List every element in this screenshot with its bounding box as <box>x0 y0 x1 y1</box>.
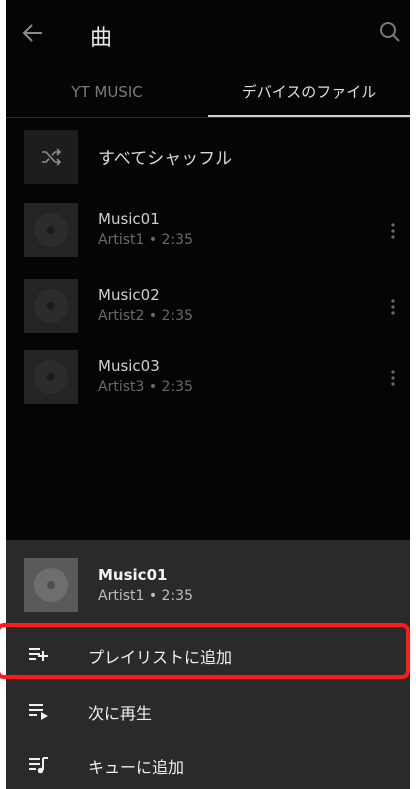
more-options-icon[interactable] <box>386 296 400 318</box>
song-subtitle: Artist3 • 2:35 <box>98 379 193 395</box>
song-row[interactable]: Music02 Artist2 • 2:35 <box>6 279 410 337</box>
album-art-icon <box>24 279 78 333</box>
shuffle-all-row[interactable]: すべてシャッフル <box>6 130 410 186</box>
add-to-queue-icon <box>28 755 50 775</box>
more-options-icon[interactable] <box>386 220 400 242</box>
album-art-icon <box>24 350 78 404</box>
shuffle-tile <box>24 130 78 184</box>
tab-divider <box>6 117 410 118</box>
album-art-icon <box>24 203 78 257</box>
song-subtitle: Artist2 • 2:35 <box>98 308 193 324</box>
tab-bar: YT MUSIC デバイスのファイル <box>6 70 410 118</box>
search-icon[interactable] <box>378 20 402 44</box>
sheet-song-header: Music01 Artist1 • 2:35 <box>6 558 410 618</box>
play-next-label: 次に再生 <box>88 704 153 723</box>
back-arrow-icon[interactable] <box>20 20 46 46</box>
add-to-queue-label: キューに追加 <box>88 758 185 777</box>
highlight-frame <box>0 623 410 679</box>
song-title: Music01 <box>98 210 160 228</box>
shuffle-icon <box>42 148 62 166</box>
app-header: 曲 <box>6 0 410 70</box>
album-art-icon <box>24 558 78 612</box>
tab-yt-music[interactable]: YT MUSIC <box>6 70 208 118</box>
song-row[interactable]: Music01 Artist1 • 2:35 <box>6 203 410 261</box>
page-title: 曲 <box>90 26 113 51</box>
song-title: Music03 <box>98 357 160 375</box>
song-subtitle: Artist1 • 2:35 <box>98 232 193 248</box>
shuffle-label: すべてシャッフル <box>98 149 233 169</box>
play-next-button[interactable]: 次に再生 <box>6 682 410 740</box>
play-next-icon <box>28 701 50 721</box>
add-to-queue-button[interactable]: キューに追加 <box>6 736 410 789</box>
sheet-song-title: Music01 <box>98 566 168 584</box>
more-options-icon[interactable] <box>386 367 400 389</box>
song-title: Music02 <box>98 286 160 304</box>
song-row[interactable]: Music03 Artist3 • 2:35 <box>6 350 410 408</box>
tab-device-files[interactable]: デバイスのファイル <box>208 70 410 118</box>
songs-screen: 曲 YT MUSIC デバイスのファイル すべてシャッフル Music01 Ar… <box>6 0 410 540</box>
sheet-song-subtitle: Artist1 • 2:35 <box>98 588 193 604</box>
